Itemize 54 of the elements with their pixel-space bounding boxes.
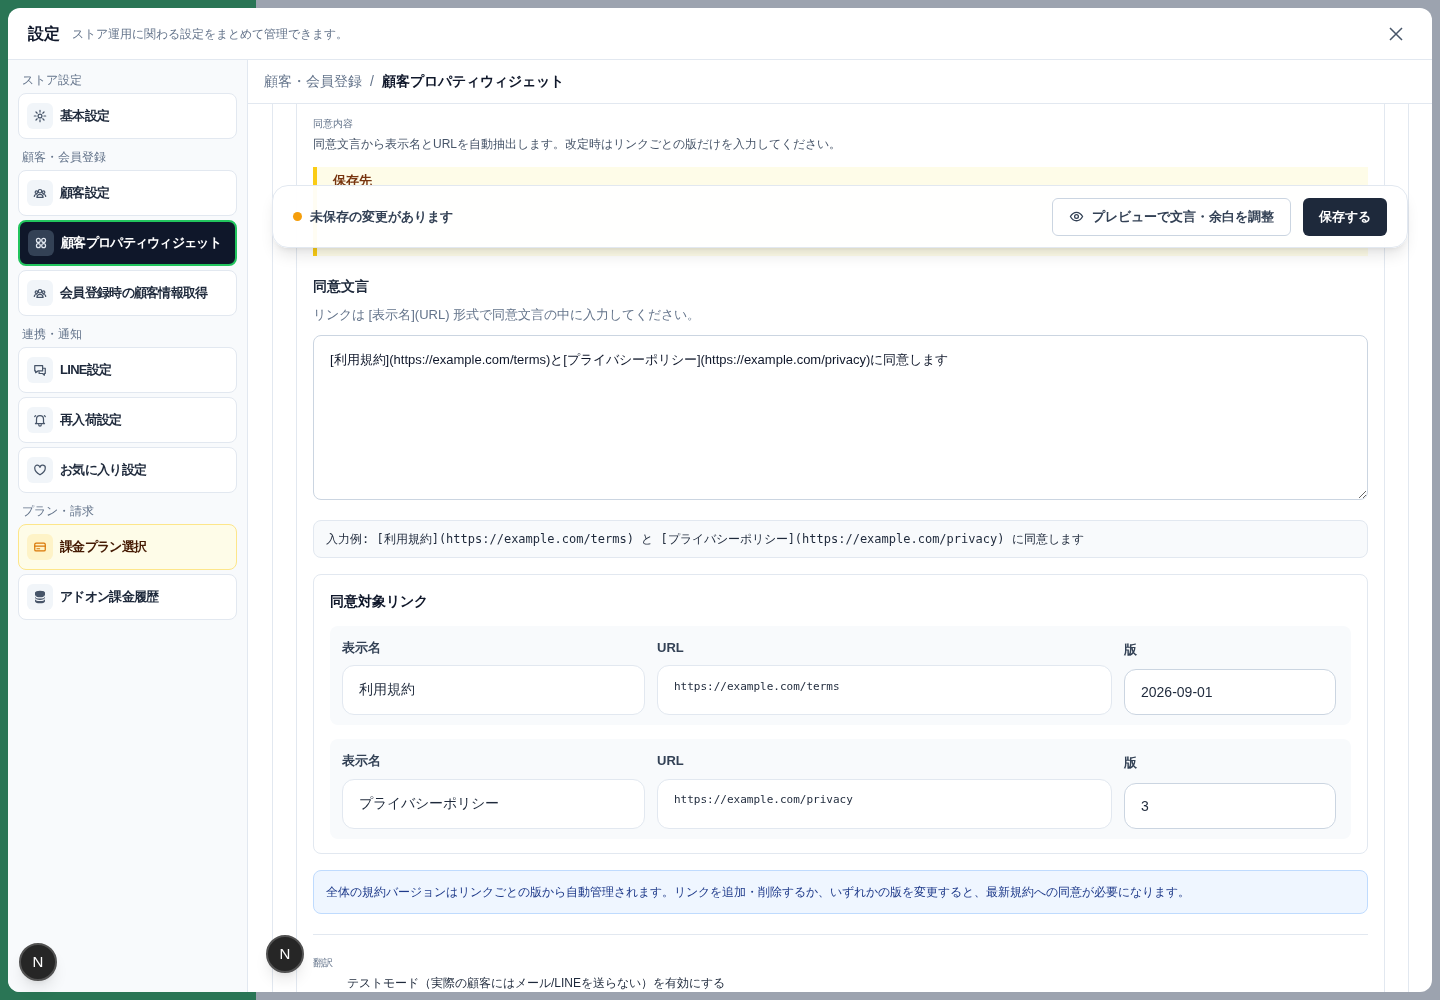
field-label: URL: [657, 638, 685, 657]
info-note: 全体の規約バージョンはリンクごとの版から自動管理されます。リンクを追加・削除するか、いずれかの版を変更すると、最新規約への同意が必要になります。: [313, 869, 1368, 914]
consent-text-area[interactable]: [利用規約](https://example.com/terms)と[プライバシーポリシー](https://example.com/privacy)に同意します: [313, 334, 1368, 500]
field-label: 同意文言: [313, 277, 370, 296]
group-label: 連携・通知: [21, 326, 83, 343]
sidebar-item[interactable]: 顧客プロパティウィジェット: [18, 220, 237, 266]
sidebar-item[interactable]: アドオン課金履歴: [18, 574, 237, 620]
input-field[interactable]: プライバシーポリシー: [342, 778, 645, 829]
breadcrumb-current: 顧客プロパティウィジェット: [381, 72, 564, 91]
field-label: URL: [657, 752, 685, 770]
gear-icon: [33, 109, 47, 123]
field-label: 表示名: [342, 638, 382, 657]
modal-title: 設定: [28, 23, 60, 44]
chat-icon: [33, 363, 47, 377]
sidebar-item[interactable]: LINE設定: [18, 347, 237, 393]
group-label: ストア設定: [21, 72, 83, 89]
sidebar-item[interactable]: 再入荷設定: [18, 397, 237, 443]
card-title: 同意対象リンク: [330, 591, 429, 611]
sidebar-item[interactable]: 基本設定: [18, 93, 237, 139]
sidebar-item[interactable]: 会員登録時の顧客情報取得: [18, 270, 237, 316]
database-icon: [33, 590, 47, 604]
field-label: 版: [1124, 640, 1138, 659]
example-text: 入力例: [利用規約](https://example.com/terms) と [プライバシーポリシー](https://example.com/privacy) に同意します: [313, 519, 1368, 558]
option-label: テストモード（実際の顧客にはメール/LINEを送らない）を有効にする: [347, 975, 726, 992]
preview-button[interactable]: プレビューで文言・余白を調整: [1052, 197, 1291, 236]
input-field[interactable]: 2026-09-01: [1124, 669, 1336, 715]
card-icon: [33, 540, 47, 554]
breadcrumb-link[interactable]: 顧客・会員登録: [264, 71, 362, 92]
bell-icon: [33, 413, 47, 427]
field-help: リンクは [表示名](URL) 形式で同意文言の中に入力してください。: [313, 306, 702, 324]
close-icon: [1388, 25, 1404, 42]
group-label: プラン・請求: [21, 503, 95, 520]
field-label: 表示名: [342, 752, 382, 770]
eye-icon: [1069, 209, 1084, 224]
input-field[interactable]: 3: [1124, 782, 1336, 829]
section-description: 同意文言から表示名とURLを自動抽出します。改定時はリンクごとの版だけを入力してください。: [313, 136, 842, 153]
section-label: 翻訳: [313, 956, 334, 970]
users-icon: [33, 186, 47, 200]
sidebar-item[interactable]: 顧客設定: [18, 170, 237, 216]
sidebar-item[interactable]: 課金プラン選択: [18, 524, 237, 570]
heart-icon: [33, 463, 47, 477]
modal-subtitle: ストア運用に関わる設定をまとめて管理できます。: [72, 25, 348, 43]
group-label: 顧客・会員登録: [21, 149, 107, 166]
sidebar-item[interactable]: お気に入り設定: [18, 447, 237, 493]
input-field[interactable]: 利用規約: [342, 665, 645, 715]
field-label: 版: [1124, 754, 1138, 772]
grid-icon: [34, 236, 48, 250]
unsaved-status: 未保存の変更があります: [310, 207, 453, 226]
input-field[interactable]: https://example.com/privacy: [657, 778, 1112, 829]
input-field[interactable]: https://example.com/terms: [657, 665, 1112, 715]
section-label: 同意内容: [313, 117, 354, 131]
breadcrumb-separator: /: [370, 72, 374, 91]
save-button[interactable]: 保存する: [1303, 197, 1387, 236]
users-icon: [33, 286, 47, 300]
